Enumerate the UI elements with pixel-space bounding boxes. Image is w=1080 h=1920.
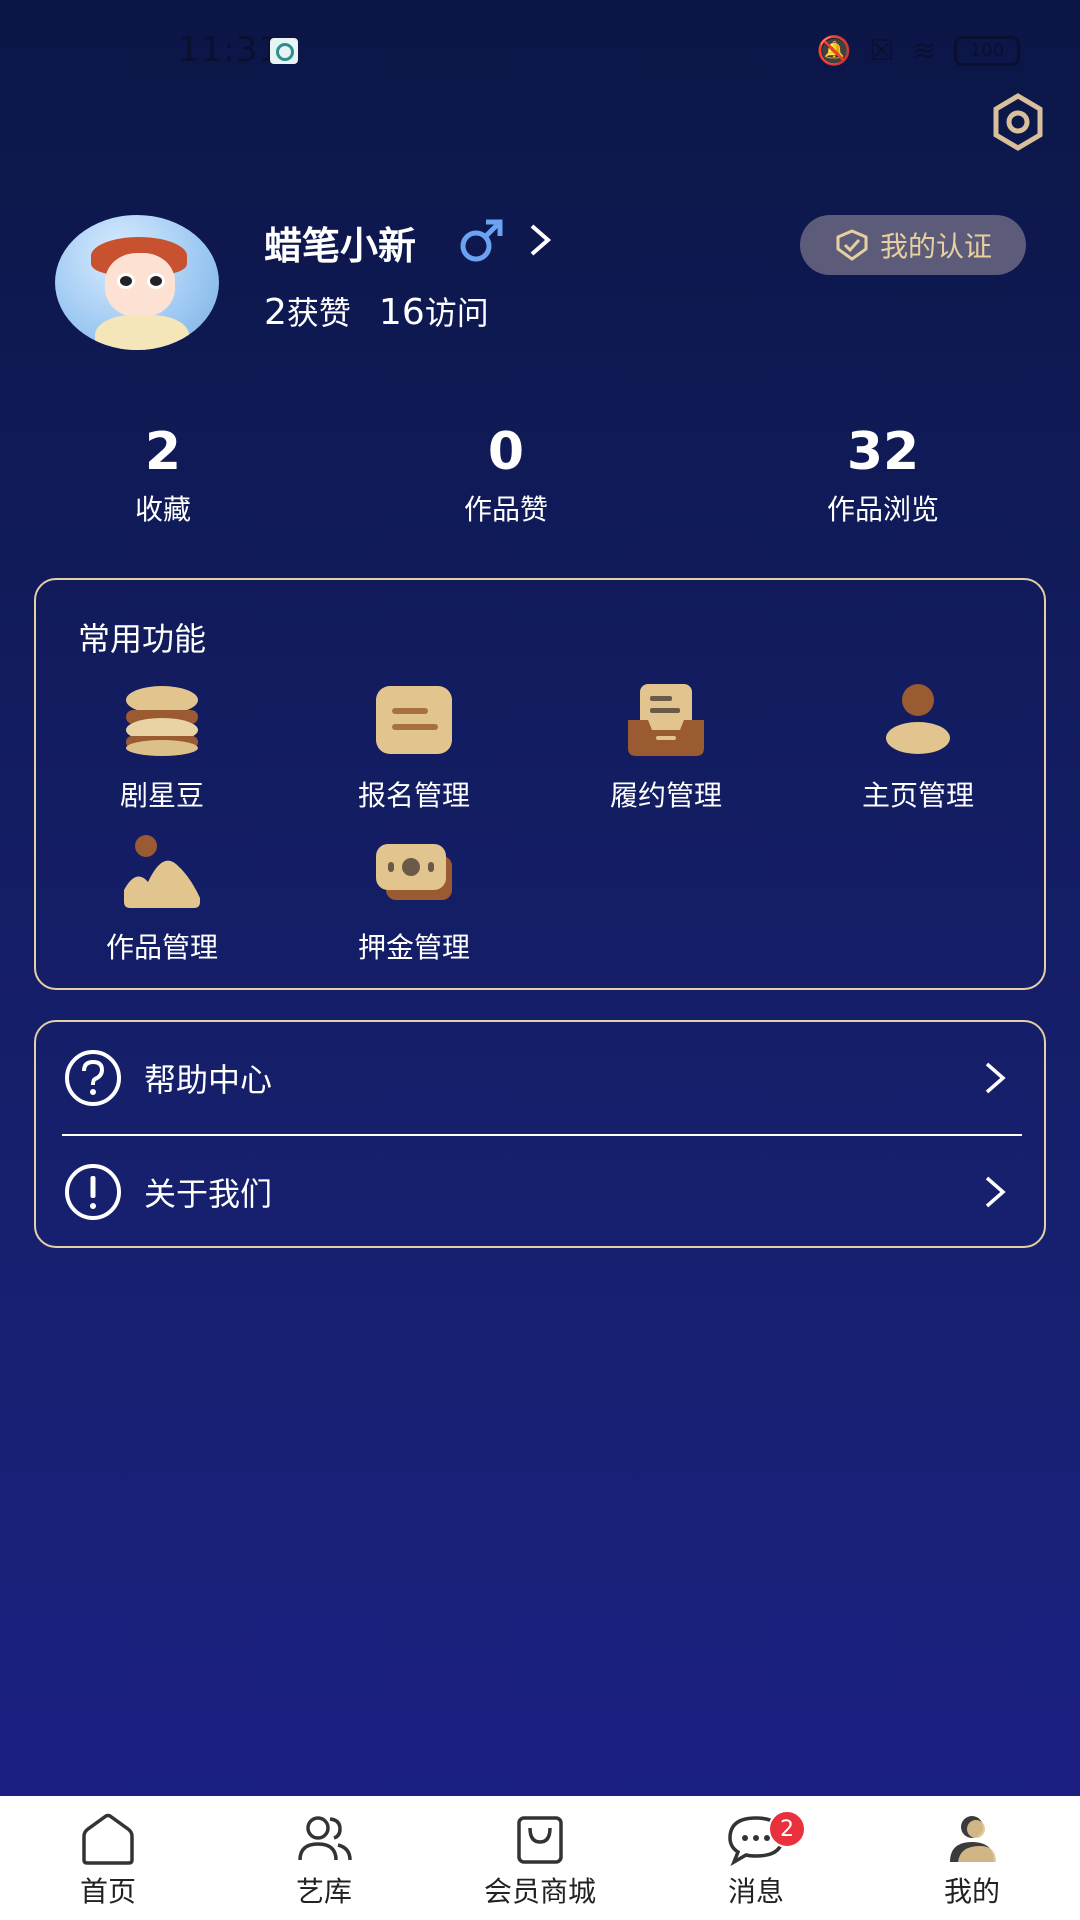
cash-icon — [376, 844, 452, 900]
bottom-tab-bar: 首页 艺库 会员商城 消息 2 我的 — [0, 1796, 1080, 1920]
stat-work-views[interactable]: 32 作品浏览 — [800, 420, 966, 528]
tab-art-library[interactable]: 艺库 — [216, 1796, 432, 1920]
tab-label: 会员商城 — [483, 1875, 596, 1908]
tab-label: 消息 — [727, 1875, 784, 1908]
stat-label: 收藏 — [134, 493, 191, 526]
list-item-label: 关于我们 — [144, 1175, 273, 1213]
stat-value: 2 — [144, 422, 182, 482]
person-icon — [886, 684, 950, 754]
settings-icon[interactable] — [988, 92, 1048, 152]
status-bar: 11:31 🔕 ☒ ≋ 100 — [0, 0, 1080, 100]
stat-work-likes[interactable]: 0 作品赞 — [436, 420, 576, 528]
tab-label: 我的 — [943, 1875, 1000, 1908]
people-icon — [298, 1816, 352, 1861]
function-label: 主页管理 — [861, 779, 974, 812]
app-notification-icon — [270, 38, 298, 64]
tab-member-mall[interactable]: 会员商城 — [432, 1796, 648, 1920]
likes-label: 获赞 — [286, 294, 351, 332]
coin-stack-icon — [126, 686, 198, 756]
wifi-icon: ≋ — [912, 34, 936, 67]
chevron-right-icon — [985, 1176, 1006, 1208]
status-time: 11:31 — [178, 30, 281, 70]
function-label: 作品管理 — [105, 931, 218, 964]
sim-icon: ☒ — [869, 34, 895, 67]
tab-home[interactable]: 首页 — [0, 1796, 216, 1920]
certified-shield-icon — [836, 229, 868, 261]
list-item-help-center[interactable]: 帮助中心 — [36, 1022, 1044, 1134]
visits-label: 访问 — [424, 294, 489, 332]
function-signup-management[interactable]: 报名管理 — [334, 682, 494, 814]
inbox-tray-icon — [628, 684, 704, 756]
chevron-right-icon[interactable] — [526, 222, 554, 258]
my-certification-button[interactable]: 我的认证 — [800, 215, 1026, 275]
help-circle-icon — [65, 1050, 121, 1106]
username[interactable]: 蜡笔小新 — [264, 215, 416, 270]
male-gender-icon — [460, 219, 503, 262]
profile-stats: 2获赞 16访问 — [264, 288, 489, 334]
signup-card-icon — [376, 686, 452, 754]
shopping-bag-icon — [517, 1816, 563, 1864]
tab-mine[interactable]: 我的 — [864, 1796, 1080, 1920]
tab-label: 首页 — [79, 1875, 136, 1908]
likes-count: 2 — [264, 292, 287, 333]
profile-icon — [950, 1816, 996, 1862]
function-label: 押金管理 — [357, 931, 470, 964]
function-homepage-management[interactable]: 主页管理 — [838, 682, 998, 814]
chevron-right-icon — [985, 1062, 1006, 1094]
landscape-image-icon — [124, 835, 200, 908]
mute-icon: 🔕 — [816, 34, 852, 67]
function-works-management[interactable]: 作品管理 — [82, 834, 242, 966]
function-drama-beans[interactable]: 剧星豆 — [82, 682, 242, 814]
settings-list-card: 帮助中心 关于我们 — [34, 1020, 1046, 1248]
cert-label: 我的认证 — [879, 230, 992, 263]
function-fulfillment-management[interactable]: 履约管理 — [586, 682, 746, 814]
stat-favorites[interactable]: 2 收藏 — [103, 420, 223, 528]
list-item-label: 帮助中心 — [144, 1061, 273, 1099]
list-item-about-us[interactable]: 关于我们 — [36, 1136, 1044, 1248]
stat-value: 0 — [487, 422, 525, 482]
unread-badge: 2 — [768, 1810, 806, 1848]
tab-messages[interactable]: 消息 2 — [648, 1796, 864, 1920]
info-circle-icon — [65, 1164, 121, 1220]
function-label: 报名管理 — [357, 779, 470, 812]
stat-label: 作品赞 — [463, 493, 548, 526]
stat-value: 32 — [846, 422, 920, 482]
function-label: 履约管理 — [609, 779, 722, 812]
home-icon — [82, 1813, 134, 1865]
stat-label: 作品浏览 — [826, 493, 939, 526]
function-deposit-management[interactable]: 押金管理 — [334, 834, 494, 966]
battery-icon: 100 — [954, 35, 1020, 66]
common-functions-card: 常用功能 剧星豆 报名管理 履约管理 主页管理 作品管理 押金管理 — [34, 578, 1046, 990]
visits-count: 16 — [378, 292, 425, 333]
function-label: 剧星豆 — [119, 779, 204, 812]
avatar[interactable] — [55, 215, 219, 350]
tab-label: 艺库 — [295, 1875, 352, 1908]
section-title: 常用功能 — [78, 620, 207, 658]
